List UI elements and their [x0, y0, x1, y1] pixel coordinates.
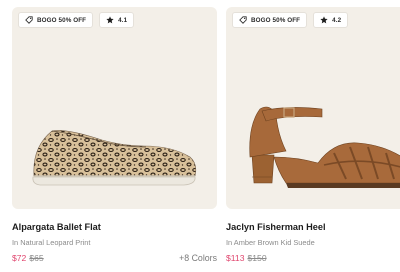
product-name[interactable]: Jaclyn Fisherman Heel	[226, 222, 400, 232]
product-color-name: In Natural Leopard Print	[12, 238, 91, 247]
product-color-name: In Amber Brown Kid Suede	[226, 238, 315, 247]
product-card-alpargata[interactable]: BOGO 50% OFF 4.1 Alpargata Ballet Flat I…	[12, 7, 217, 265]
leopard-flat-shoe-image	[32, 130, 197, 186]
original-price: $150	[247, 253, 267, 263]
brown-heel-shoe-image	[249, 106, 400, 188]
original-price: $65	[29, 253, 44, 263]
product-image-area[interactable]: BOGO 50% OFF 4.1	[12, 7, 217, 209]
price-row: $72 $65 +8 Colors	[12, 253, 217, 265]
product-grid: BOGO 50% OFF 4.1 Alpargata Ballet Flat I…	[0, 0, 400, 272]
product-name[interactable]: Alpargata Ballet Flat	[12, 222, 217, 232]
product-image-area[interactable]: BOGO 50% OFF 4.2	[226, 7, 400, 209]
sale-price: $113	[226, 253, 245, 263]
price-row: $113 $150	[226, 253, 400, 265]
colors-count-link[interactable]: +8 Colors	[179, 253, 217, 263]
product-card-jaclyn[interactable]: BOGO 50% OFF 4.2 Jaclyn Fisherman Heel I…	[226, 7, 400, 265]
sale-price: $72	[12, 253, 27, 263]
